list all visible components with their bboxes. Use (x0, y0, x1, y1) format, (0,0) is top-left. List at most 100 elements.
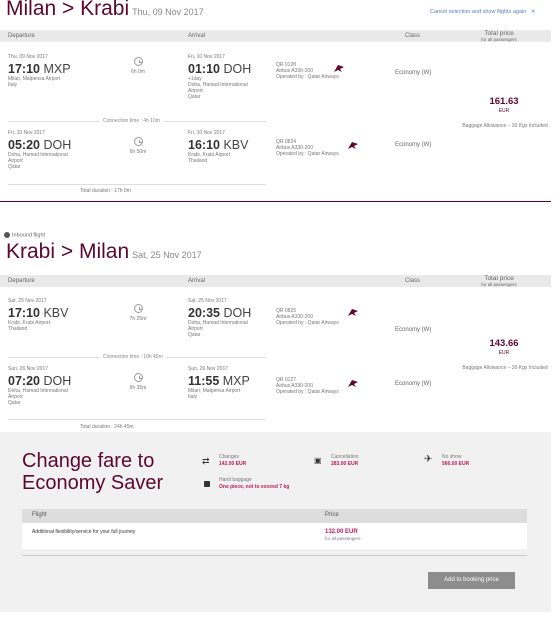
changes-icon: ⇄ (202, 456, 210, 466)
qatar-airways-logo (348, 380, 358, 387)
dep-date: Sat, 25 Nov 2017 (8, 298, 47, 304)
cancellation-icon: ▣ (314, 456, 322, 465)
col-arrival: Arrival (188, 33, 206, 39)
arr-time: 11:55 MXP (188, 374, 250, 388)
cabin-class: Economy (W) (395, 70, 432, 76)
inbound-flight-label: Inbound flight (4, 232, 45, 238)
flight-duration: 7h 25m (129, 316, 147, 322)
airplane-icon: ✈ (424, 454, 433, 465)
dep-date: Sun, 26 Nov 2017 (8, 366, 49, 372)
qatar-airways-logo (334, 65, 344, 72)
row-description: Additional flexibility/service for your … (32, 529, 136, 535)
arr-time: 20:35 DOH (188, 306, 252, 320)
arr-date: Sun, 26 Nov 2017 (188, 366, 229, 372)
col-flight: Flight (32, 512, 47, 518)
hand-baggage-label: Hand baggage (219, 477, 252, 483)
connection-time: Connection time : 4h 10m (100, 118, 163, 124)
qatar-airways-logo (348, 142, 358, 149)
col-departure: Departure (8, 278, 35, 284)
inbound-date: Sat, 25 Nov 2017 (132, 250, 202, 260)
operated-by: Operated by : Qatar Airways (276, 151, 339, 157)
flight-duration: 6h 35m (129, 385, 147, 391)
total-duration: Total duration : 24h 45m (80, 424, 134, 430)
arr-time: 01:10 DOH (188, 62, 252, 76)
arr-airport-country: Italy (188, 394, 198, 400)
outbound-table-header: Departure Arrival Class Total price for … (0, 30, 551, 42)
hand-baggage-value: One piece, not to exceed 7 kg (219, 484, 290, 490)
dep-time: 17:10 MXP (8, 62, 71, 76)
noshow-label: No show (442, 454, 462, 460)
arr-date: Fri, 10 Nov 2017 (188, 130, 225, 136)
dep-time: 17:10 KBV (8, 306, 69, 320)
col-departure: Departure (8, 33, 35, 39)
outbound-route-title: Milan > Krabi Thu, 09 Nov 2017 (6, 0, 204, 20)
changes-value: 142.00 EUR (219, 461, 247, 467)
col-class: Class (405, 33, 421, 39)
inbound-route-title: Krabi > Milan Sat, 25 Nov 2017 (6, 240, 202, 263)
inbound-price: 143.66 (489, 338, 519, 349)
add-to-booking-button[interactable]: Add to booking price (428, 572, 515, 589)
outbound-price: 161.63 (489, 96, 519, 107)
inbound-table-header: Departure Arrival Class Total price for … (0, 275, 551, 287)
changes-label: Changes (219, 454, 240, 460)
dep-airport-country: Qatar (8, 164, 21, 170)
row-price: 132.00 EUR (325, 529, 358, 535)
dep-airport-country: Thailand (8, 326, 28, 332)
qatar-airways-logo (348, 309, 358, 316)
dep-airport-country: Qatar (8, 400, 21, 406)
arr-date: Fri, 10 Nov 2017 (188, 54, 225, 60)
arr-airport-country: Qatar (188, 94, 201, 100)
section-divider (0, 201, 551, 202)
cancellation-value: 283.00 EUR (331, 461, 359, 467)
dep-time: 05:20 DOH (8, 138, 72, 152)
lock-icon (204, 481, 210, 487)
fare-title: Change fare to Economy Saver (22, 450, 164, 494)
total-divider (8, 419, 266, 420)
total-duration: Total duration : 17h 0m (80, 188, 131, 194)
outbound-leg-1[interactable]: Thu, 09 Nov 2017 17:10 MXP Milan, Malpen… (0, 52, 551, 117)
arr-time: 16:10 KBV (188, 138, 249, 152)
fare-table-row: Additional flexibility/service for your … (22, 523, 527, 549)
flight-duration: 6h 50m (129, 149, 147, 155)
noshow-value: 566.00 EUR (442, 461, 470, 467)
operated-by: Operated by : Qatar Airways (276, 389, 339, 395)
col-total-price: Total price for all passengers (481, 30, 517, 42)
change-fare-panel: Change fare to Economy Saver ⇄ Changes 1… (0, 432, 551, 612)
dep-date: Thu, 09 Nov 2017 (8, 54, 48, 60)
cabin-class: Economy (W) (395, 381, 432, 387)
arr-airport-country: Thailand (188, 158, 208, 164)
dep-date: Fri, 10 Nov 2017 (8, 130, 45, 136)
close-icon: ✕ (530, 9, 536, 15)
flight-duration: 6h 0m (131, 69, 145, 75)
dep-time: 07:20 DOH (8, 374, 72, 388)
inbound-leg-2[interactable]: Sun, 26 Nov 2017 07:20 DOH Doha, Hamad I… (0, 364, 551, 419)
clock-icon (134, 304, 143, 313)
col-arrival: Arrival (188, 278, 206, 284)
clock-icon (134, 137, 143, 146)
fare-table-header: Flight Price (22, 509, 527, 523)
cancel-selection-link[interactable]: Cancel selection and show flights again … (430, 9, 535, 15)
row-price-sub: for all passengers (325, 536, 361, 541)
inbound-currency: EUR (498, 350, 510, 356)
arrow-left-icon (4, 232, 10, 238)
col-class: Class (405, 278, 421, 284)
arr-airport-country: Qatar (188, 332, 201, 338)
outbound-date: Thu, 09 Nov 2017 (132, 7, 204, 17)
fare-table-bottom (22, 555, 527, 556)
cancellation-label: Cancellation (331, 454, 359, 460)
outbound-leg-2[interactable]: Fri, 10 Nov 2017 05:20 DOH Doha, Hamad I… (0, 128, 551, 183)
col-price: Price (325, 512, 339, 518)
outbound-currency: EUR (498, 108, 510, 114)
total-divider (8, 184, 266, 185)
operated-by: Operated by : Qatar Airways (276, 74, 339, 80)
dep-airport-country: Italy (8, 82, 18, 88)
arr-date: Sat, 25 Nov 2017 (188, 298, 227, 304)
operated-by: Operated by : Qatar Airways (276, 320, 339, 326)
cabin-class: Economy (W) (395, 327, 432, 333)
connection-time: Connection time : 10h 45m (100, 354, 166, 360)
cabin-class: Economy (W) (395, 142, 432, 148)
clock-icon (134, 57, 143, 66)
col-total-price: Total price for all passengers (481, 275, 517, 287)
clock-icon (134, 373, 143, 382)
inbound-leg-1[interactable]: Sat, 25 Nov 2017 17:10 KBV Krabi, Krabi … (0, 296, 551, 351)
